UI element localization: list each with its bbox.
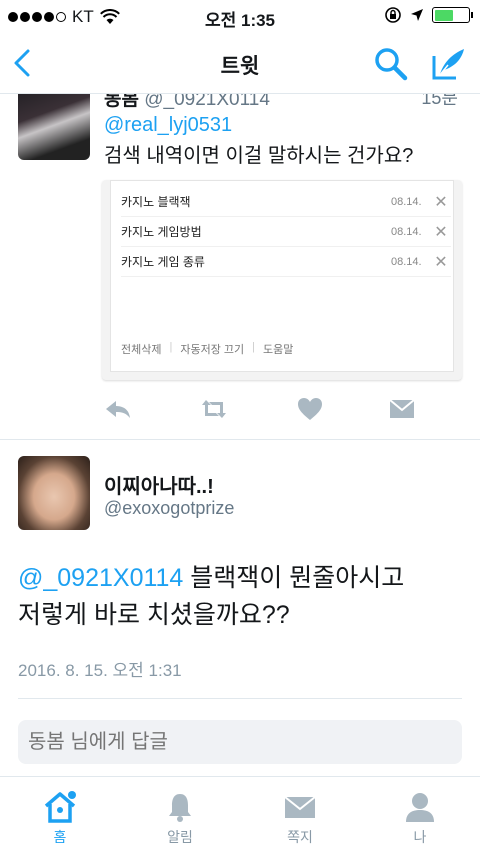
- tweet-timestamp: 2016. 8. 15. 오전 1:31: [18, 661, 182, 680]
- search-icon[interactable]: [373, 46, 409, 82]
- avatar[interactable]: [18, 94, 90, 160]
- author-handle[interactable]: @exoxogotprize: [104, 498, 234, 519]
- close-icon: ✕: [434, 193, 448, 211]
- author-name: 동봄: [104, 94, 139, 110]
- location-icon: [411, 9, 423, 21]
- message-icon[interactable]: [388, 396, 416, 422]
- tweet-time: 15분: [421, 94, 458, 108]
- tab-label: 알림: [167, 829, 193, 845]
- nav-bar: 트윗: [0, 32, 480, 94]
- tab-label: 쪽지: [287, 829, 313, 845]
- person-icon: [406, 793, 434, 822]
- tweet-text: 검색 내역이면 이걸 말하시는 건가요?: [104, 145, 414, 167]
- tweet-actions: [104, 396, 424, 426]
- author-handle: @_0921X0114: [144, 94, 270, 110]
- close-icon: ✕: [434, 253, 448, 271]
- status-bar: KT 오전 1:35: [0, 0, 480, 32]
- battery-icon: [432, 7, 473, 23]
- tab-home[interactable]: 홈: [20, 791, 100, 847]
- tab-notifications[interactable]: 알림: [140, 791, 220, 847]
- avatar[interactable]: [18, 456, 90, 530]
- tweet-text: @_0921X0114 블랙잭이 뭔줄아시고 저렇게 바로 치셨을까요??: [18, 564, 405, 629]
- mention-link[interactable]: @_0921X0114: [18, 564, 183, 592]
- tab-bar: 홈 알림 쪽지 나: [0, 776, 480, 852]
- tab-me[interactable]: 나: [380, 791, 460, 847]
- attached-image[interactable]: 카지노 블랙잭 08.14. ✕ 카지노 게임방법 08.14. ✕ 카지노 게…: [102, 180, 462, 380]
- divider: [18, 698, 462, 699]
- tab-label: 홈: [53, 829, 67, 845]
- tab-label: 나: [413, 829, 427, 845]
- bell-icon: [169, 794, 191, 822]
- close-icon: ✕: [434, 223, 448, 241]
- envelope-icon: [284, 796, 316, 818]
- panel-footer: 전체삭제 | 자동저장 끄기 | 도움말: [121, 341, 294, 356]
- list-item: 카지노 게임 종류 08.14. ✕: [121, 247, 451, 277]
- reply-input[interactable]: [18, 720, 462, 764]
- retweet-icon[interactable]: [200, 396, 228, 422]
- rotation-lock-icon: [385, 7, 401, 23]
- list-item: 카지노 블랙잭 08.14. ✕: [121, 187, 451, 217]
- notification-dot: [68, 791, 76, 799]
- reply-icon[interactable]: [104, 396, 132, 422]
- author-name[interactable]: 이찌아나따..!: [104, 470, 214, 499]
- tab-messages[interactable]: 쪽지: [260, 791, 340, 847]
- mention-link[interactable]: @real_lyj0531: [104, 114, 232, 137]
- like-icon[interactable]: [296, 396, 324, 422]
- compose-icon[interactable]: [430, 46, 466, 82]
- previous-tweet[interactable]: 동봄 @_0921X0114 15분 @real_lyj0531 검색 내역이면…: [0, 94, 480, 440]
- search-history-panel: 카지노 블랙잭 08.14. ✕ 카지노 게임방법 08.14. ✕ 카지노 게…: [110, 180, 454, 372]
- list-item: 카지노 게임방법 08.14. ✕: [121, 217, 451, 247]
